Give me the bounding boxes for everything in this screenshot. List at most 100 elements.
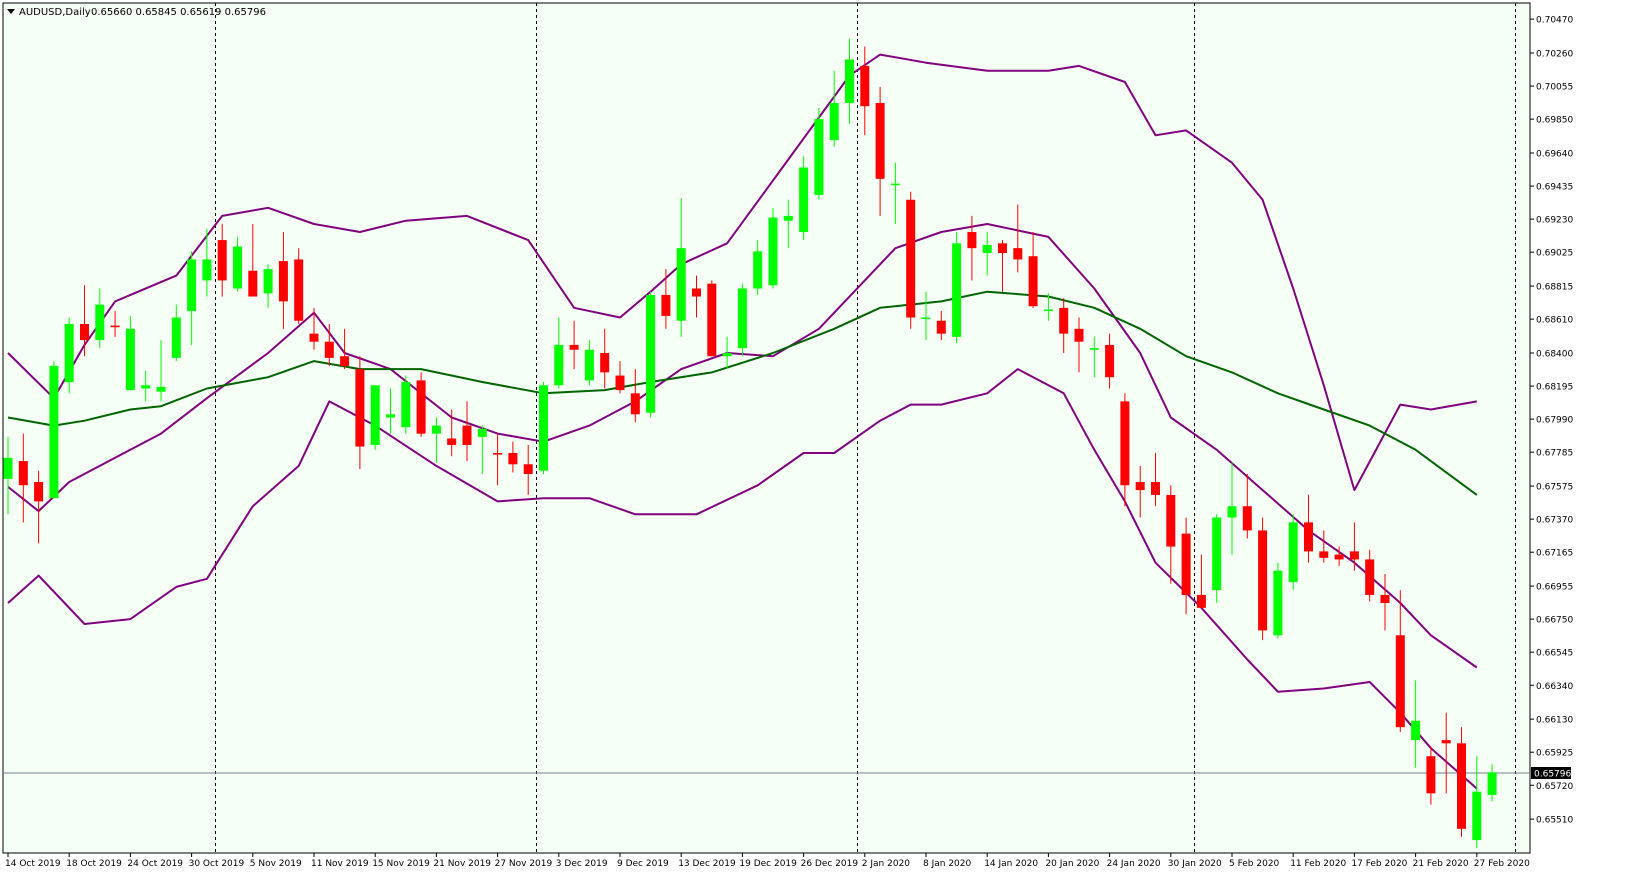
candle — [294, 248, 304, 324]
candle-body — [355, 369, 365, 447]
candle-body — [1074, 328, 1084, 342]
candle-body — [1242, 506, 1252, 531]
candle-body — [294, 259, 304, 321]
candle-body — [539, 385, 548, 471]
candle-body — [141, 385, 151, 389]
symbol-label: AUDUSD,Daily — [19, 7, 91, 18]
candle-body — [1472, 791, 1482, 841]
price-tick-label: 0.65510 — [1536, 816, 1573, 826]
time-tick-label: 17 Feb 2020 — [1351, 859, 1407, 869]
candle-body — [692, 288, 701, 297]
candle-body — [1212, 517, 1222, 591]
candle-body — [799, 167, 809, 233]
candle — [737, 283, 747, 357]
candle-body — [1304, 522, 1313, 552]
candle-body — [187, 259, 197, 312]
price-tick-label: 0.67165 — [1536, 549, 1573, 559]
candle-body — [1059, 307, 1069, 334]
candle-body — [1349, 551, 1359, 560]
candle-body — [890, 183, 900, 186]
time-tick-label: 2 Jan 2020 — [862, 859, 910, 869]
price-tick-label: 0.67785 — [1536, 449, 1573, 459]
ohlc-label: 0.65660 0.65845 0.65619 0.65796 — [91, 7, 266, 18]
time-tick-label: 21 Feb 2020 — [1413, 859, 1469, 869]
candle-body — [1089, 348, 1099, 350]
candle-body — [1135, 482, 1145, 491]
candle-body — [661, 294, 671, 316]
candle — [1273, 562, 1283, 639]
price-chart[interactable]: 0.70470 0.70260 0.70055 0.69850 0.69640 0.694… — [0, 0, 1643, 871]
candle-body — [202, 259, 212, 281]
candle-body — [737, 288, 747, 349]
plot-area[interactable] — [2, 2, 1531, 854]
candle-body — [1151, 482, 1160, 495]
candle-body — [95, 304, 105, 341]
candle-body — [477, 428, 487, 437]
time-tick-label: 27 Nov 2019 — [495, 859, 553, 869]
price-tick-label: 0.69025 — [1536, 249, 1573, 259]
candle-body — [783, 215, 793, 221]
candle-body — [125, 328, 135, 391]
candle-body — [18, 461, 28, 486]
time-tick-label: 15 Nov 2019 — [372, 859, 430, 869]
candle-body — [431, 425, 441, 434]
candle-body — [447, 438, 457, 445]
candle — [1212, 514, 1222, 603]
candle-body — [508, 453, 518, 465]
candle-body — [80, 323, 89, 341]
price-tick-label: 0.68610 — [1536, 316, 1573, 326]
time-tick-label: 9 Dec 2019 — [617, 859, 669, 869]
candle-body — [64, 323, 74, 383]
candle-body — [676, 248, 686, 321]
candle-body — [493, 453, 503, 455]
candle-body — [1365, 559, 1375, 595]
price-tick-label: 0.67370 — [1536, 516, 1573, 526]
candle — [401, 375, 411, 434]
candle-body — [1043, 309, 1053, 312]
price-tick-label: 0.65720 — [1536, 782, 1573, 792]
price-tick-label: 0.70260 — [1536, 50, 1573, 60]
candle — [370, 385, 380, 450]
candle-body — [875, 103, 885, 179]
time-tick-label: 18 Oct 2019 — [66, 859, 122, 869]
price-tick-label: 0.67575 — [1536, 483, 1573, 493]
time-tick-label: 21 Nov 2019 — [433, 859, 491, 869]
candle-body — [248, 270, 258, 297]
price-tick-label: 0.66130 — [1536, 716, 1573, 726]
candle-body — [921, 317, 931, 320]
candle-body — [1288, 522, 1298, 583]
candle-body — [1334, 554, 1344, 560]
time-tick-label: 5 Feb 2020 — [1229, 859, 1280, 869]
candle-body — [1120, 401, 1130, 486]
candle-body — [722, 353, 732, 357]
candle-body — [998, 243, 1007, 253]
candle-body — [340, 356, 350, 366]
candle — [49, 361, 59, 499]
time-tick-label: 30 Jan 2020 — [1168, 859, 1222, 869]
price-tick-label: 0.70055 — [1536, 83, 1573, 93]
candle-body — [1181, 533, 1191, 595]
candle-body — [1166, 494, 1176, 547]
price-tick-label: 0.68400 — [1536, 350, 1573, 360]
chart-window[interactable]: 0.70470 0.70260 0.70055 0.69850 0.69640 0.694… — [0, 0, 1643, 871]
candle-body — [1457, 743, 1466, 829]
candle-body — [3, 457, 13, 479]
candle-body — [309, 333, 319, 342]
candle-body — [462, 425, 472, 445]
candle-body — [707, 283, 717, 357]
candle — [539, 382, 548, 474]
candle-body — [416, 380, 426, 434]
candle-body — [1227, 506, 1237, 518]
candle-body — [1028, 256, 1038, 307]
candle-body — [569, 344, 579, 350]
time-tick-label: 13 Dec 2019 — [678, 859, 736, 869]
price-tick-label: 0.69850 — [1536, 116, 1573, 126]
candle-body — [1426, 756, 1436, 794]
time-tick-label: 14 Jan 2020 — [984, 859, 1038, 869]
candle-body — [278, 261, 288, 302]
time-tick-label: 24 Jan 2020 — [1107, 859, 1161, 869]
candle — [1288, 514, 1298, 591]
candle — [768, 207, 778, 289]
price-tick-label: 0.66340 — [1536, 682, 1573, 692]
candle-body — [615, 375, 625, 391]
